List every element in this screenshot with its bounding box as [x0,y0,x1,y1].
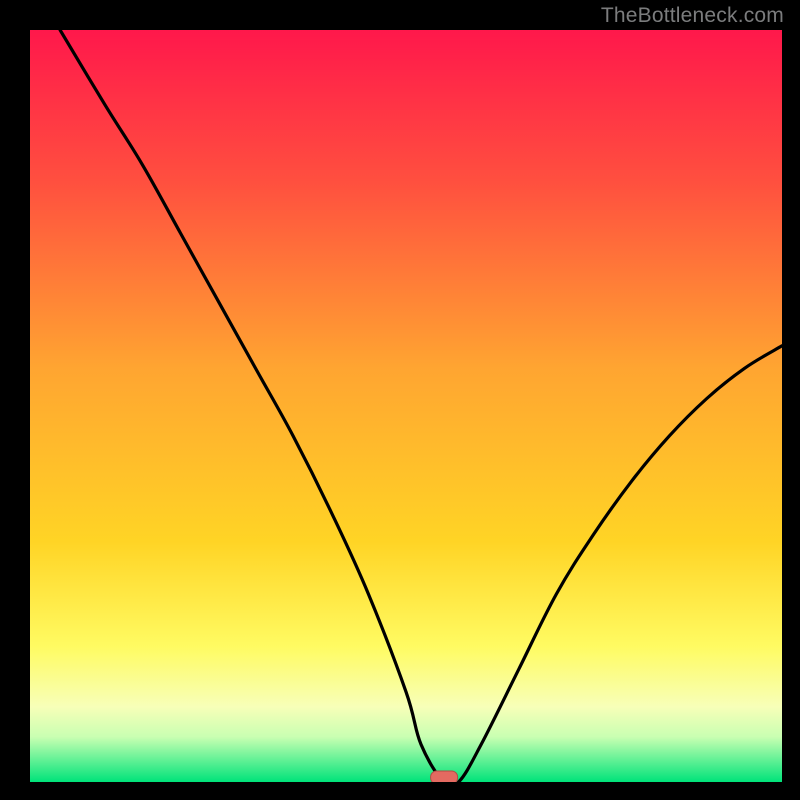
chart-background [30,30,782,782]
bottleneck-chart [30,30,782,782]
watermark-text: TheBottleneck.com [601,4,784,28]
chart-frame: TheBottleneck.com [0,0,800,800]
optimal-marker [431,771,458,782]
